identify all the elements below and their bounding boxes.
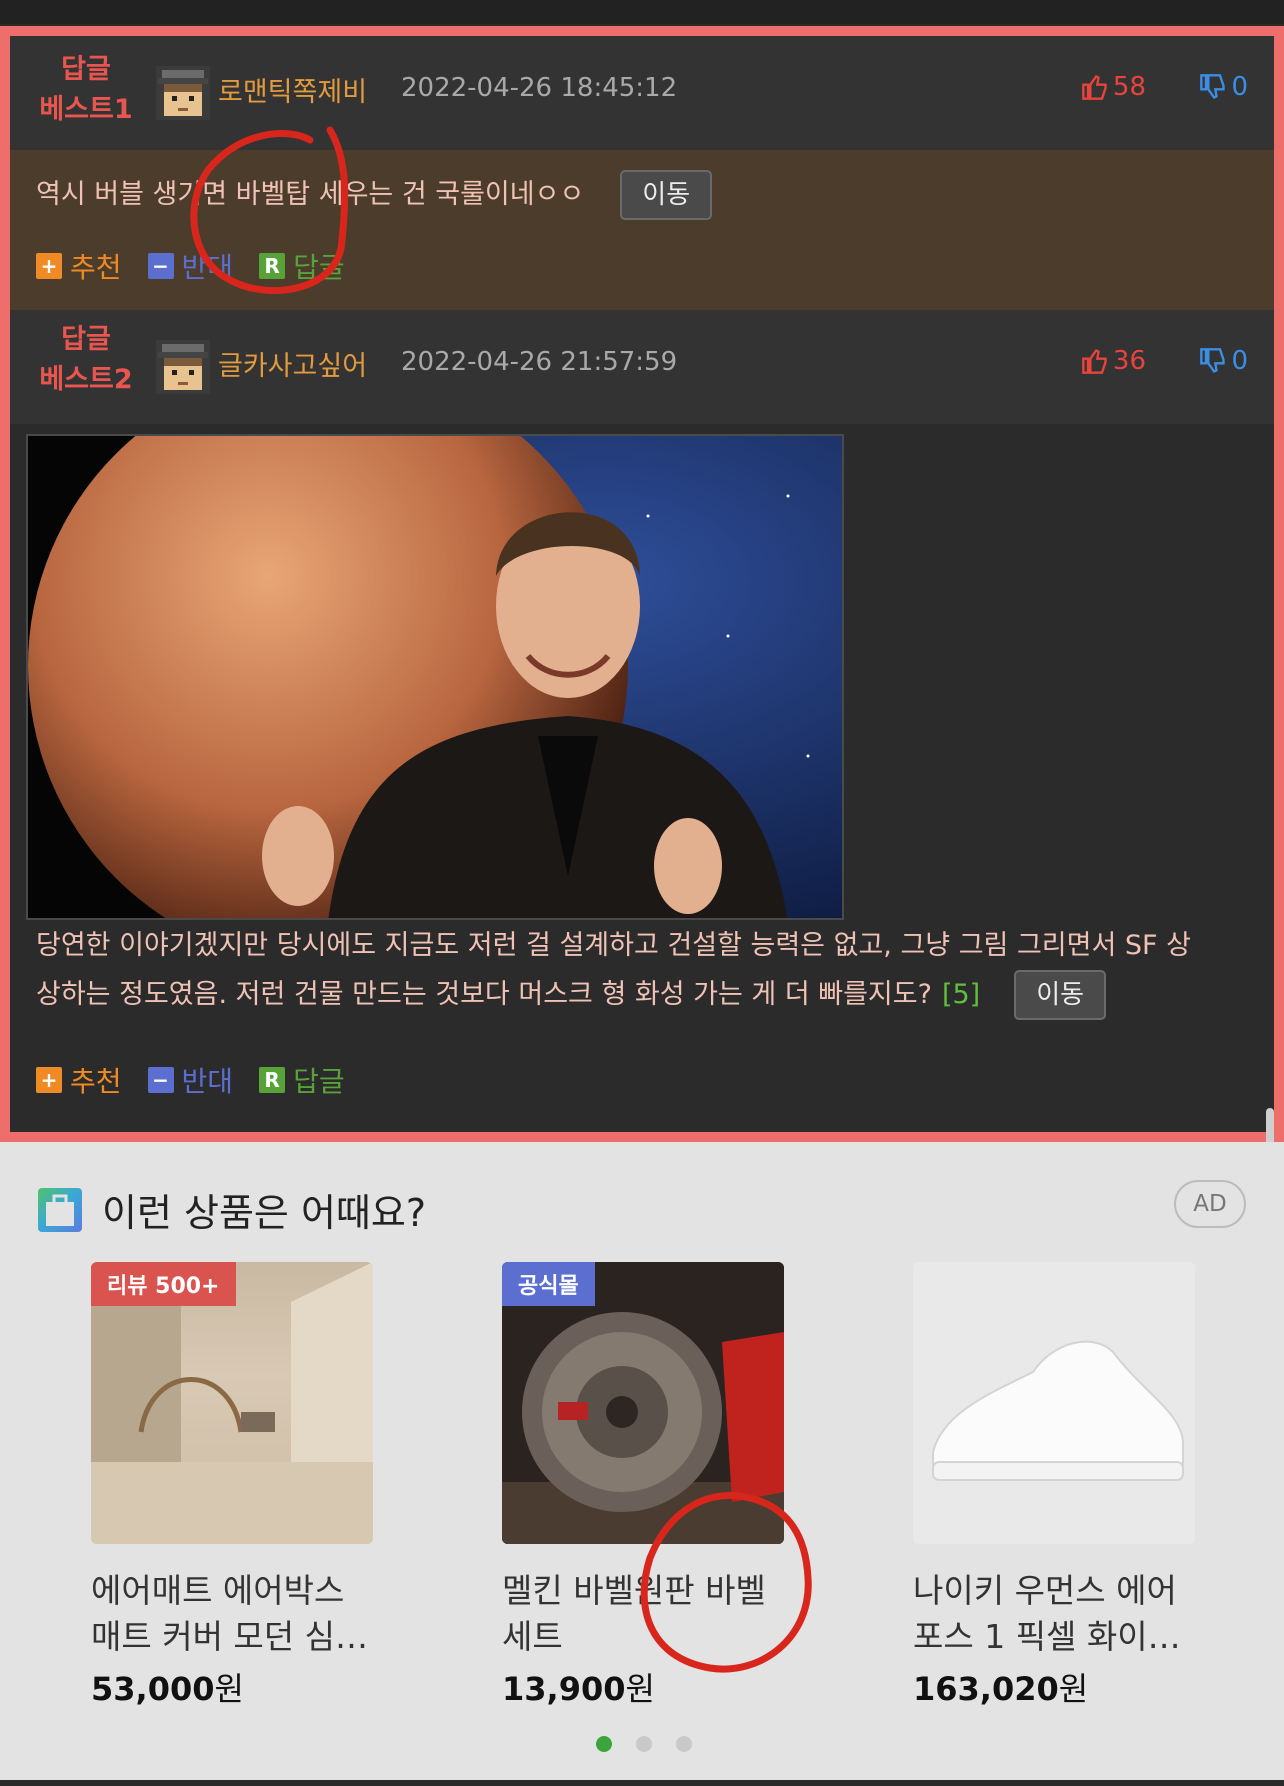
product-image — [913, 1262, 1195, 1544]
best-badge-line1: 답글 — [61, 324, 111, 355]
reply-icon: R — [259, 1067, 286, 1093]
oppose-label: 반대 — [181, 1065, 234, 1098]
minus-icon: − — [147, 253, 174, 279]
carousel-dot[interactable] — [596, 1736, 612, 1752]
avatar[interactable] — [156, 66, 210, 120]
username[interactable]: 로맨틱쪽제비 — [218, 70, 367, 109]
move-button[interactable]: 이동 — [620, 170, 713, 220]
plus-icon: + — [36, 1067, 62, 1093]
price-value: 53,000 — [91, 1670, 215, 1708]
oppose-button[interactable]: − 반대 — [147, 1060, 234, 1100]
annotation-circle-mark — [640, 1492, 812, 1673]
product-image: 리뷰 500+ — [91, 1262, 373, 1544]
carousel-dot[interactable] — [636, 1736, 652, 1752]
product-price: 163,020원 — [913, 1664, 1195, 1710]
comment-text-line1: 당연한 이야기겠지만 당시에도 지금도 저런 걸 설계하고 건설할 능력은 없고… — [36, 930, 1192, 961]
space-photo-image — [28, 436, 842, 918]
best-badge: 답글 베스트1 — [26, 50, 146, 130]
comment-body: 당연한 이야기겠지만 당시에도 지금도 저런 걸 설계하고 건설할 능력은 없고… — [10, 424, 1274, 1132]
product-name-line2: 매트 커버 모던 심… — [91, 1617, 368, 1656]
product-name-line2: 포스 1 픽셀 화이… — [913, 1617, 1181, 1656]
product-name: 에어매트 에어박스 매트 커버 모던 심… — [91, 1568, 373, 1660]
thumbs-down-icon — [1200, 348, 1226, 373]
thumbs-down-icon — [1200, 74, 1226, 99]
best-badge: 답글 베스트2 — [26, 320, 146, 400]
timestamp: 2022-04-26 18:45:12 — [401, 73, 678, 103]
product-price: 53,000원 — [91, 1664, 373, 1710]
reply-label: 답글 — [293, 1065, 345, 1098]
dislike-number: 0 — [1231, 72, 1248, 102]
recommend-label: 추천 — [70, 1065, 122, 1098]
price-currency: 원 — [214, 1670, 244, 1708]
timestamp: 2022-04-26 21:57:59 — [401, 347, 678, 377]
reply-count-link[interactable]: [5] — [942, 971, 980, 1019]
ad-title: 이런 상품은 어때요? — [102, 1191, 427, 1235]
product-name-line1: 나이키 우먼스 에어 — [913, 1571, 1177, 1610]
like-number: 58 — [1112, 72, 1146, 102]
recommend-label: 추천 — [70, 251, 122, 284]
annotation-circle-mark — [190, 126, 349, 295]
product-name-line1: 에어매트 에어박스 — [91, 1571, 345, 1610]
sneaker-image — [913, 1262, 1195, 1544]
top-bar — [0, 0, 1284, 24]
price-currency: 원 — [1058, 1670, 1089, 1708]
thumbs-up-icon — [1082, 75, 1107, 100]
avatar[interactable] — [156, 340, 210, 394]
recommend-button[interactable]: + 추천 — [36, 1060, 122, 1100]
shopping-bag-icon — [38, 1188, 82, 1232]
product-card[interactable]: 나이키 우먼스 에어 포스 1 픽셀 화이… 163,020원 — [913, 1262, 1195, 1710]
product-ad-section: 이런 상품은 어때요? AD 리뷰 500+ 에어매트 에어박스 매트 커버 모… — [0, 1142, 1284, 1786]
best-badge-line2: 베스트2 — [39, 364, 133, 395]
ad-badge[interactable]: AD — [1174, 1180, 1246, 1228]
product-card[interactable]: 리뷰 500+ 에어매트 에어박스 매트 커버 모던 심… 53,000원 — [91, 1262, 373, 1710]
move-button[interactable]: 이동 — [1014, 970, 1107, 1020]
dislike-count[interactable]: 0 — [1199, 346, 1248, 376]
like-count[interactable]: 58 — [1081, 72, 1146, 102]
product-name: 나이키 우먼스 에어 포스 1 픽셀 화이… — [913, 1568, 1195, 1660]
comment-actions: + 추천 − 반대 R 답글 — [36, 1060, 345, 1100]
carousel-dot[interactable] — [676, 1736, 692, 1752]
bottom-bar — [0, 1780, 1284, 1786]
price-value: 13,900 — [502, 1670, 626, 1708]
product-tag: 공식몰 — [502, 1262, 595, 1306]
price-value: 163,020 — [913, 1670, 1059, 1708]
minus-icon: − — [147, 1067, 174, 1093]
comment-image[interactable] — [26, 434, 844, 920]
comment-text-line2: 상하는 정도였음. 저런 건물 만드는 것보다 머스크 형 화성 가는 게 더 … — [36, 979, 932, 1010]
comment-header: 답글 베스트2 글카사고싶어 2022-04-26 21:57:59 36 0 — [10, 310, 1274, 425]
carousel-dots — [596, 1736, 692, 1752]
like-count[interactable]: 36 — [1081, 346, 1146, 376]
thumbs-up-icon — [1082, 349, 1107, 374]
product-tag: 리뷰 500+ — [91, 1262, 236, 1306]
reply-button[interactable]: R 답글 — [259, 1060, 345, 1100]
comment-text: 당연한 이야기겠지만 당시에도 지금도 저런 걸 설계하고 건설할 능력은 없고… — [36, 922, 1266, 1020]
best-badge-line1: 답글 — [61, 54, 111, 85]
username[interactable]: 글카사고싶어 — [218, 344, 367, 383]
dislike-number: 0 — [1231, 346, 1248, 376]
like-number: 36 — [1112, 346, 1146, 376]
plus-icon: + — [36, 253, 62, 279]
recommend-button[interactable]: + 추천 — [36, 246, 122, 286]
dislike-count[interactable]: 0 — [1199, 72, 1248, 102]
best-badge-line2: 베스트1 — [39, 94, 133, 125]
